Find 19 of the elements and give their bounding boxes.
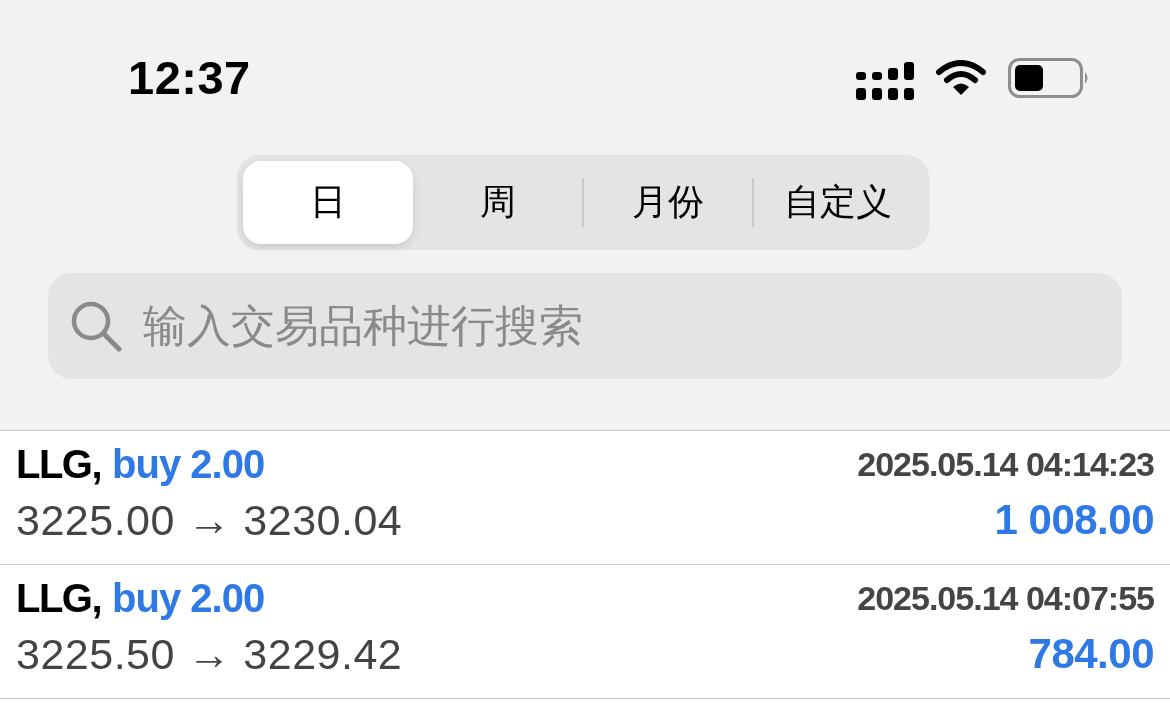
trade-profit: 784.00	[1028, 630, 1154, 678]
period-tab[interactable]: 日	[243, 161, 413, 244]
period-tab[interactable]: 月份	[583, 161, 753, 244]
trade-symbol: LLG,	[16, 575, 102, 621]
wifi-icon	[936, 60, 986, 96]
period-tab[interactable]: 自定义	[753, 161, 923, 244]
search-field[interactable]: 输入交易品种进行搜索	[48, 273, 1122, 379]
search-icon	[70, 300, 122, 352]
trade-order: buy 2.00	[112, 441, 265, 487]
trade-profit: 1 008.00	[994, 496, 1154, 544]
period-tab[interactable]: 周	[413, 161, 583, 244]
trade-symbol: LLG,	[16, 441, 102, 487]
trade-time: 2025.05.14 04:07:55	[857, 578, 1154, 618]
trade-prices: 3225.50 → 3229.42	[16, 629, 403, 679]
trade-order: buy 2.00	[112, 575, 265, 621]
trade-time: 2025.05.14 04:14:23	[857, 444, 1154, 484]
status-time: 12:37	[128, 50, 251, 106]
battery-icon	[1008, 58, 1090, 98]
trade-prices: 3225.00 → 3230.04	[16, 495, 403, 545]
